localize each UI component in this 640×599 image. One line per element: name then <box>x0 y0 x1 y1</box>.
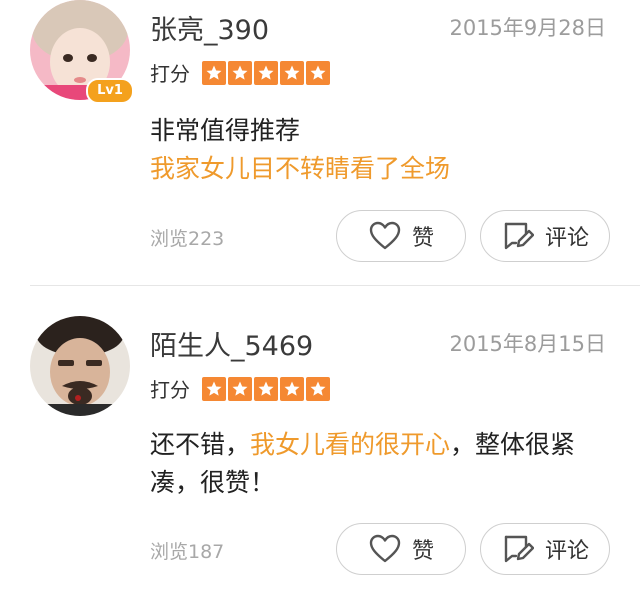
comment-line: 非常值得推荐 <box>150 116 301 145</box>
level-badge: Lv1 <box>86 78 134 104</box>
star-icon <box>280 376 304 401</box>
star-icon <box>228 376 252 401</box>
comment-text: 还不错，我女儿看的很开心，整体很紧凑，很赞！ <box>150 426 610 502</box>
comment-part: 还不错， <box>150 430 251 459</box>
star-icon <box>254 376 278 401</box>
avatar-image <box>30 316 130 416</box>
star-icon <box>202 60 226 85</box>
rating-label: 打分 <box>150 62 190 86</box>
star-icon <box>306 376 330 401</box>
comment-button[interactable]: 评论 <box>480 210 610 262</box>
star-icon <box>254 60 278 85</box>
edit-comment-icon <box>501 219 535 253</box>
review-date: 2015年8月15日 <box>449 332 606 356</box>
avatar[interactable]: Lv1 <box>30 0 134 104</box>
comment-highlight: 我女儿看的很开心 <box>250 430 451 459</box>
rating-row: 打分 <box>150 58 330 87</box>
username[interactable]: 张亮_390 <box>150 8 269 47</box>
star-rating <box>202 60 330 85</box>
rating-label: 打分 <box>150 378 190 402</box>
heart-icon <box>368 532 402 566</box>
star-icon <box>202 376 226 401</box>
view-count: 浏览187 <box>150 541 225 563</box>
star-icon <box>228 60 252 85</box>
heart-icon <box>368 219 402 253</box>
review-card: 陌生人_5469 2015年8月15日 打分 还不错，我女儿看的很开心，整体很紧… <box>0 286 640 599</box>
star-icon <box>306 60 330 85</box>
comment-label: 评论 <box>544 226 589 251</box>
star-icon <box>280 60 304 85</box>
like-label: 赞 <box>411 539 434 564</box>
comment-label: 评论 <box>544 539 589 564</box>
rating-row: 打分 <box>150 374 330 403</box>
review-date: 2015年9月28日 <box>449 16 606 40</box>
username[interactable]: 陌生人_5469 <box>150 324 313 363</box>
like-button[interactable]: 赞 <box>336 523 466 575</box>
edit-comment-icon <box>501 532 535 566</box>
like-label: 赞 <box>411 226 434 251</box>
review-card: Lv1 张亮_390 2015年9月28日 打分 非常值得推荐 我家女儿目不转睛… <box>0 0 640 285</box>
view-count: 浏览223 <box>150 228 225 250</box>
comment-text: 非常值得推荐 我家女儿目不转睛看了全场 <box>150 112 610 188</box>
comment-button[interactable]: 评论 <box>480 523 610 575</box>
star-rating <box>202 376 330 401</box>
like-button[interactable]: 赞 <box>336 210 466 262</box>
avatar[interactable] <box>30 316 130 416</box>
comment-highlight: 我家女儿目不转睛看了全场 <box>150 154 451 183</box>
